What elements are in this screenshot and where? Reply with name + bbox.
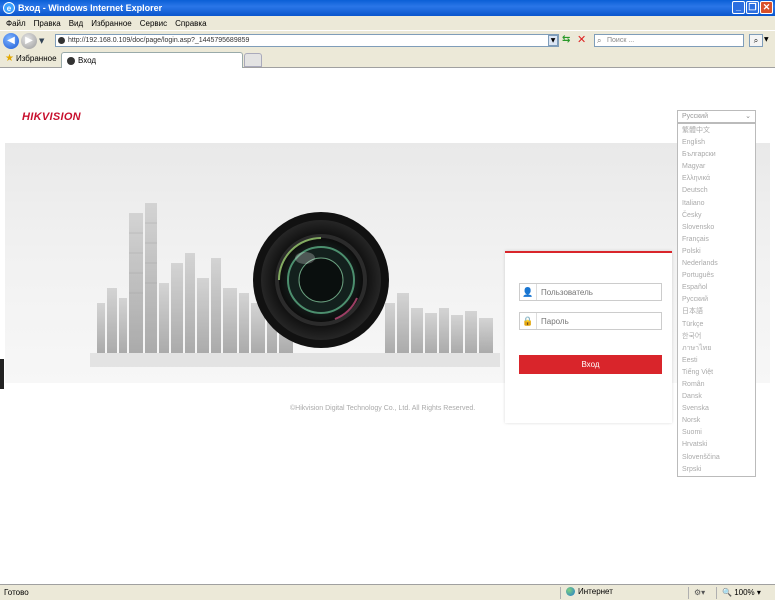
language-option[interactable]: Eesti [678,355,755,367]
language-option[interactable]: 日本語 [678,306,755,318]
language-option[interactable]: Português [678,270,755,282]
status-separator [688,587,689,599]
language-option[interactable]: Ελληνικά [678,173,755,185]
protected-mode-icon[interactable]: ⚙▾ [694,588,705,597]
tab-title: Вход [78,56,97,65]
url-text: http://192.168.0.109/doc/page/login.asp?… [68,37,250,44]
language-option[interactable]: Norsk [678,415,755,427]
language-option[interactable]: Français [678,234,755,246]
language-option[interactable]: Español [678,282,755,294]
menu-tools[interactable]: Сервис [140,19,167,28]
left-edge-divider [0,359,4,389]
forward-button[interactable]: ▶ [21,32,37,49]
login-button[interactable]: Вход [519,355,662,374]
star-icon: ★ [5,53,14,64]
password-field[interactable]: 🔒 [519,312,662,330]
search-icon: ⌕ [597,36,602,45]
language-select[interactable]: Русский ⌄ [677,110,756,123]
new-tab-button[interactable] [244,53,262,67]
copyright-text: ©Hikvision Digital Technology Co., Ltd. … [290,405,476,412]
language-selected: Русский [682,113,708,120]
back-button[interactable]: ◀ [3,32,19,49]
globe-icon [566,587,575,596]
refresh-icon[interactable]: ⇆ [562,34,570,45]
title-bar: e Вход - Windows Internet Explorer _ ❐ ✕ [0,0,775,16]
window-controls: _ ❐ ✕ [732,1,773,14]
language-option[interactable]: Polski [678,246,755,258]
web-page: HIKVISION 👤 Пользователь 🔒 Вход ©Hikvisi… [0,69,775,584]
language-option[interactable]: Deutsch [678,185,755,197]
menu-help[interactable]: Справка [175,19,206,28]
status-separator [716,587,717,599]
status-separator [560,587,561,599]
search-dropdown-icon[interactable]: ▼ [764,36,769,43]
tab-page-icon [67,56,75,65]
maximize-button[interactable]: ❐ [746,1,759,14]
language-option[interactable]: Magyar [678,161,755,173]
language-option[interactable]: Srpski [678,464,755,476]
lock-icon: 🔒 [520,313,537,329]
search-button[interactable]: ⌕ [749,34,763,47]
menu-edit[interactable]: Правка [34,19,61,28]
language-option[interactable]: Türkçe [678,319,755,331]
menu-favorites[interactable]: Избранное [91,19,132,28]
url-field[interactable]: http://192.168.0.109/doc/page/login.asp?… [55,34,559,47]
language-option[interactable]: Nederlands [678,258,755,270]
status-bar: Готово Интернет ⚙▾ 🔍 100% ▾ [0,584,775,600]
language-option[interactable]: Hrvatski [678,439,755,451]
language-option[interactable]: Slovensko [678,222,755,234]
url-dropdown-icon[interactable]: ▼ [548,35,558,46]
page-icon [58,37,65,44]
history-dropdown-icon[interactable]: ▼ [39,37,44,45]
language-option[interactable]: Tiếng Việt [678,367,755,379]
brand-logo: HIKVISION [22,111,81,123]
zoom-level: 100% [734,588,755,597]
language-option[interactable]: Česky [678,210,755,222]
window-title: Вход - Windows Internet Explorer [18,3,163,13]
language-option[interactable]: Русский [678,294,755,306]
language-list: 繁體中文 English Български Magyar Ελληνικά D… [677,123,756,477]
language-option[interactable]: Български [678,149,755,161]
username-input[interactable] [541,287,659,297]
zone-label: Интернет [578,587,613,596]
language-option[interactable]: Svenska [678,403,755,415]
address-bar: ◀ ▶ ▼ http://192.168.0.109/doc/page/logi… [0,30,775,50]
tab-bar: ★ Избранное Вход [0,50,775,68]
banner: 👤 🔒 Вход [5,143,770,423]
password-input[interactable] [541,316,659,326]
language-option[interactable]: 한국어 [678,331,755,343]
menu-file[interactable]: Файл [6,19,26,28]
security-zone[interactable]: Интернет [566,587,613,596]
close-button[interactable]: ✕ [760,1,773,14]
menu-view[interactable]: Вид [69,19,83,28]
search-placeholder: Поиск ... [607,37,635,44]
zoom-control[interactable]: 🔍 100% ▾ [722,588,761,597]
menu-bar: Файл Правка Вид Избранное Сервис Справка [0,16,775,30]
favorites-button[interactable]: ★ Избранное [5,53,57,64]
language-option[interactable]: Slovenščina [678,452,755,464]
language-option[interactable]: ภาษาไทย [678,343,755,355]
stop-icon[interactable]: ✕ [577,33,586,46]
language-option[interactable]: Suomi [678,427,755,439]
language-option[interactable]: Român [678,379,755,391]
login-panel: 👤 🔒 Вход [505,251,672,423]
chevron-down-icon: ⌄ [745,113,751,120]
ie-logo-icon: e [3,2,15,14]
language-option[interactable]: English [678,137,755,149]
username-field[interactable]: 👤 [519,283,662,301]
minimize-button[interactable]: _ [732,1,745,14]
language-option[interactable]: 繁體中文 [678,125,755,137]
user-icon: 👤 [520,284,537,300]
status-text: Готово [4,588,29,597]
favorites-label: Избранное [15,54,57,63]
language-option[interactable]: Italiano [678,198,755,210]
language-option[interactable]: Dansk [678,391,755,403]
search-input[interactable]: ⌕ Поиск ... [594,34,744,47]
tab-login[interactable]: Вход [61,52,243,68]
